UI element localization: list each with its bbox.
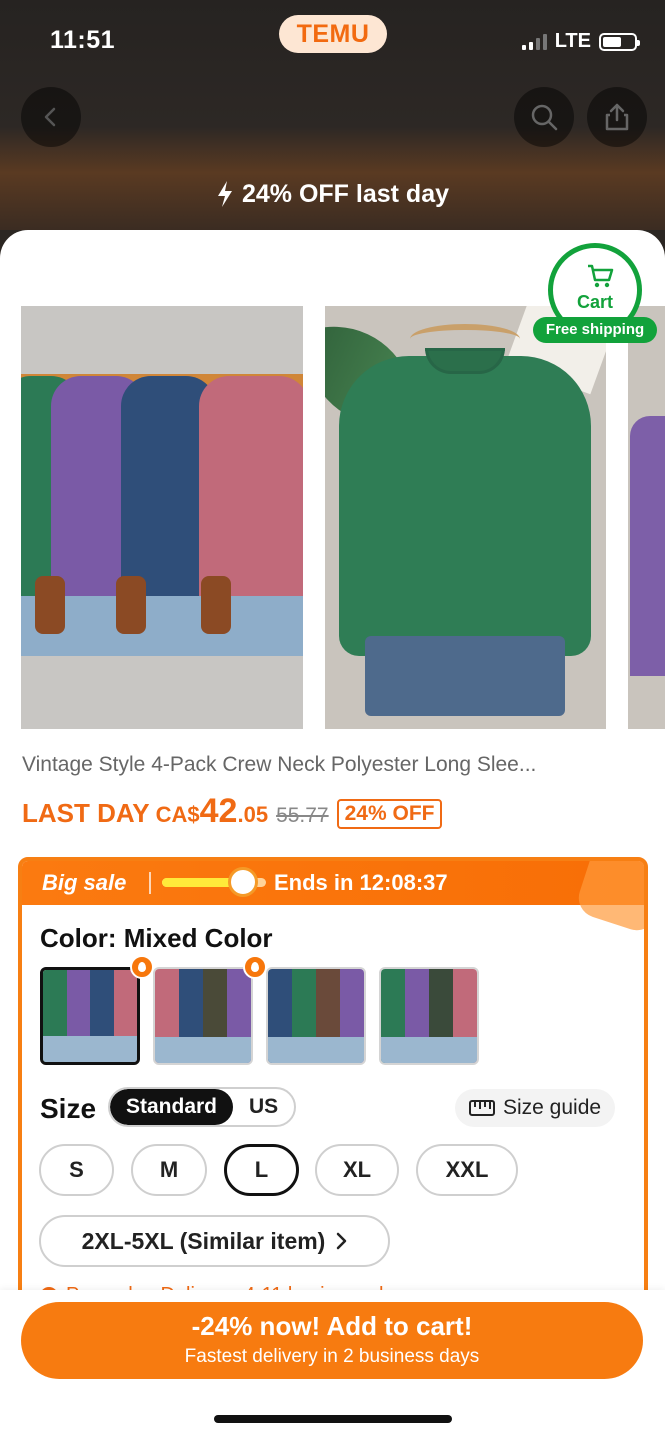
product-title[interactable]: Vintage Style 4-Pack Crew Neck Polyester… <box>22 753 536 777</box>
network-label: LTE <box>554 30 591 52</box>
color-title: Color: Mixed Color <box>40 923 273 953</box>
share-button[interactable] <box>587 87 647 147</box>
toggle-standard[interactable]: Standard <box>110 1089 234 1125</box>
color-swatch-1[interactable] <box>40 967 140 1065</box>
price-cents: .05 <box>237 802 269 827</box>
toggle-us[interactable]: US <box>233 1089 294 1125</box>
temu-badge[interactable]: TEMU <box>279 15 387 53</box>
old-price: 55.77 <box>276 804 329 827</box>
bottom-bar: -24% now! Add to cart! Fastest delivery … <box>0 1290 665 1440</box>
home-indicator[interactable] <box>214 1415 452 1423</box>
lightning-icon <box>217 181 232 207</box>
size-option-s[interactable]: S <box>39 1144 114 1196</box>
search-button[interactable] <box>514 87 574 147</box>
last-day-label: LAST DAY <box>22 798 150 828</box>
similar-item-button[interactable]: 2XL-5XL (Similar item) <box>39 1215 390 1267</box>
status-time: 11:51 <box>50 26 116 54</box>
chevron-left-icon <box>44 107 56 127</box>
price-whole: 42 <box>199 792 238 830</box>
chevron-right-icon <box>337 1232 347 1250</box>
cart-icon <box>588 264 614 288</box>
product-image-2[interactable] <box>325 306 606 729</box>
sale-panel: Big sale Ends in 12:08:37 Color: Mixed C… <box>18 857 648 1317</box>
currency: CA$ <box>155 802 200 827</box>
clock-icon <box>228 867 258 897</box>
add-to-cart-label: -24% now! Add to cart! <box>191 1311 473 1341</box>
top-header: 11:51 TEMU LTE 24% OFF last day <box>0 0 665 230</box>
free-shipping-badge: Free shipping <box>533 317 657 343</box>
add-to-cart-button[interactable]: -24% now! Add to cart! Fastest delivery … <box>21 1302 643 1379</box>
promo-text: 24% OFF last day <box>241 179 450 208</box>
battery-icon <box>599 32 640 51</box>
promo-banner: 24% OFF last day <box>0 166 665 222</box>
ruler-icon <box>469 1100 495 1116</box>
size-option-xl[interactable]: XL <box>315 1144 399 1196</box>
color-swatch-2[interactable] <box>153 967 253 1065</box>
back-button[interactable] <box>21 87 81 147</box>
size-option-l[interactable]: L <box>224 1144 299 1196</box>
search-icon <box>531 104 558 131</box>
product-image-1[interactable] <box>21 306 303 729</box>
hot-icon <box>130 955 154 979</box>
sale-countdown: Ends in 12:08:37 <box>274 870 448 895</box>
similar-item-label: 2XL-5XL (Similar item) <box>81 1227 326 1254</box>
color-swatch-3[interactable] <box>266 967 366 1065</box>
size-label: Size <box>40 1093 97 1124</box>
size-guide-button[interactable]: Size guide <box>455 1089 616 1127</box>
product-image-3[interactable] <box>628 306 665 729</box>
big-sale-label: Big sale <box>42 870 127 895</box>
size-system-toggle[interactable]: Standard US <box>108 1087 297 1127</box>
discount-badge: 24% OFF <box>336 799 443 829</box>
delivery-note: Fastest delivery in 2 business days <box>184 1346 480 1367</box>
sale-header: Big sale Ends in 12:08:37 <box>22 861 644 936</box>
size-option-xxl[interactable]: XXL <box>416 1144 518 1196</box>
share-icon <box>605 103 629 131</box>
size-guide-label: Size guide <box>503 1096 602 1119</box>
status-indicators: LTE <box>521 30 640 53</box>
size-option-m[interactable]: M <box>131 1144 207 1196</box>
color-swatch-4[interactable] <box>379 967 479 1065</box>
hot-icon <box>243 955 267 979</box>
cart-label: Cart <box>576 292 613 312</box>
signal-icon <box>521 33 547 50</box>
price-row: LAST DAY CA$ 42 .05 55.77 24% OFF <box>22 792 443 832</box>
